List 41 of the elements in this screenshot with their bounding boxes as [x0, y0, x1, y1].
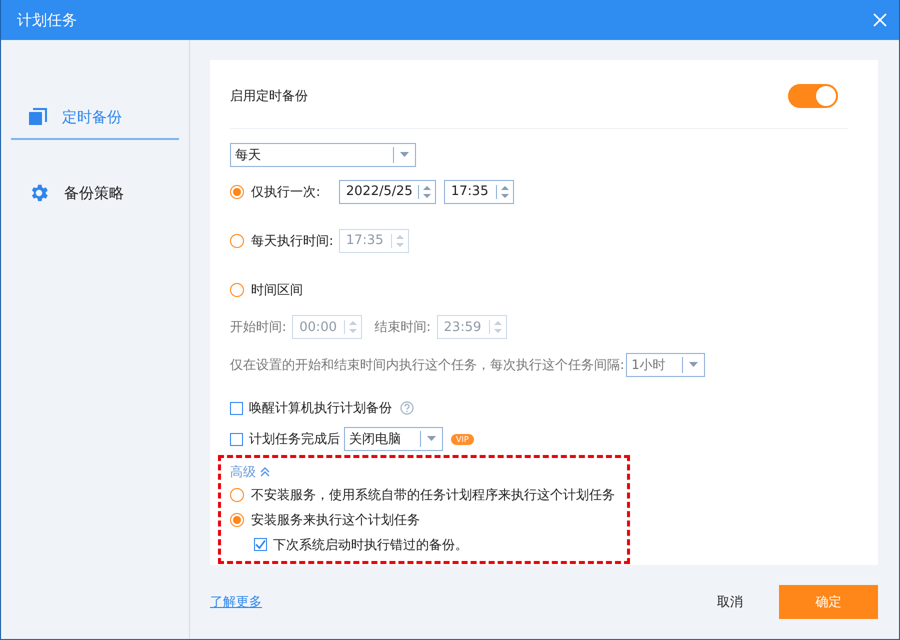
caret-icon [420, 431, 436, 447]
checkbox-label: 计划任务完成后 [249, 431, 340, 448]
enable-label: 启用定时备份 [230, 88, 308, 105]
copy-icon [28, 107, 48, 127]
action-dropdown[interactable]: 关闭电脑 [344, 427, 443, 451]
radio-button[interactable] [230, 234, 244, 248]
interval-dropdown[interactable]: 1小时 [626, 353, 706, 377]
radio-button[interactable] [230, 488, 244, 502]
radio-label: 时间区间 [251, 282, 304, 298]
close-icon[interactable] [873, 13, 887, 27]
sidebar-tab[interactable]: 定时备份 [11, 100, 179, 140]
sidebar-tab[interactable]: 备份策略 [11, 176, 179, 216]
ok-button[interactable]: 确定 [779, 585, 878, 619]
learn-more-link[interactable]: 了解更多 [210, 593, 262, 611]
checkbox[interactable] [230, 402, 243, 414]
radio-button[interactable] [230, 282, 244, 296]
radio-button[interactable] [230, 512, 244, 526]
radio-label: 仅执行一次: [251, 184, 322, 200]
radio-label: 安装服务来执行这个计划任务 [251, 512, 420, 528]
cancel-button[interactable]: 取消 [709, 589, 751, 615]
checkbox-label: 唤醒计算机执行计划备份 [249, 400, 392, 417]
help-icon[interactable] [400, 401, 414, 415]
interval-note: 仅在设置的开始和结束时间内执行这个任务，每次执行这个任务间隔: [230, 357, 624, 374]
checkbox[interactable] [230, 432, 243, 446]
window-title: 计划任务 [17, 10, 78, 30]
checkbox-label: 下次系统启动时执行错过的备份。 [273, 536, 468, 554]
caret-icon [393, 147, 409, 163]
vip-badge: VIP [451, 434, 474, 444]
end-time-label: 结束时间: [374, 319, 431, 336]
time-field[interactable]: 17:35 [444, 180, 514, 204]
chevron-icon[interactable] [260, 467, 270, 477]
checkbox[interactable] [254, 538, 267, 551]
radio-button[interactable] [230, 184, 244, 198]
frequency-dropdown[interactable]: 每天 [230, 143, 416, 167]
date-field[interactable]: 2022/5/25 [339, 180, 436, 204]
start-time-label: 开始时间: [230, 319, 286, 336]
radio-label: 不安装服务，使用系统自带的任务计划程序来执行这个计划任务 [251, 486, 615, 504]
caret-icon [682, 357, 698, 373]
radio-label: 每天执行时间: [251, 232, 334, 250]
toggle-switch[interactable] [788, 84, 838, 108]
advanced-toggle[interactable]: 高级 [230, 463, 256, 481]
